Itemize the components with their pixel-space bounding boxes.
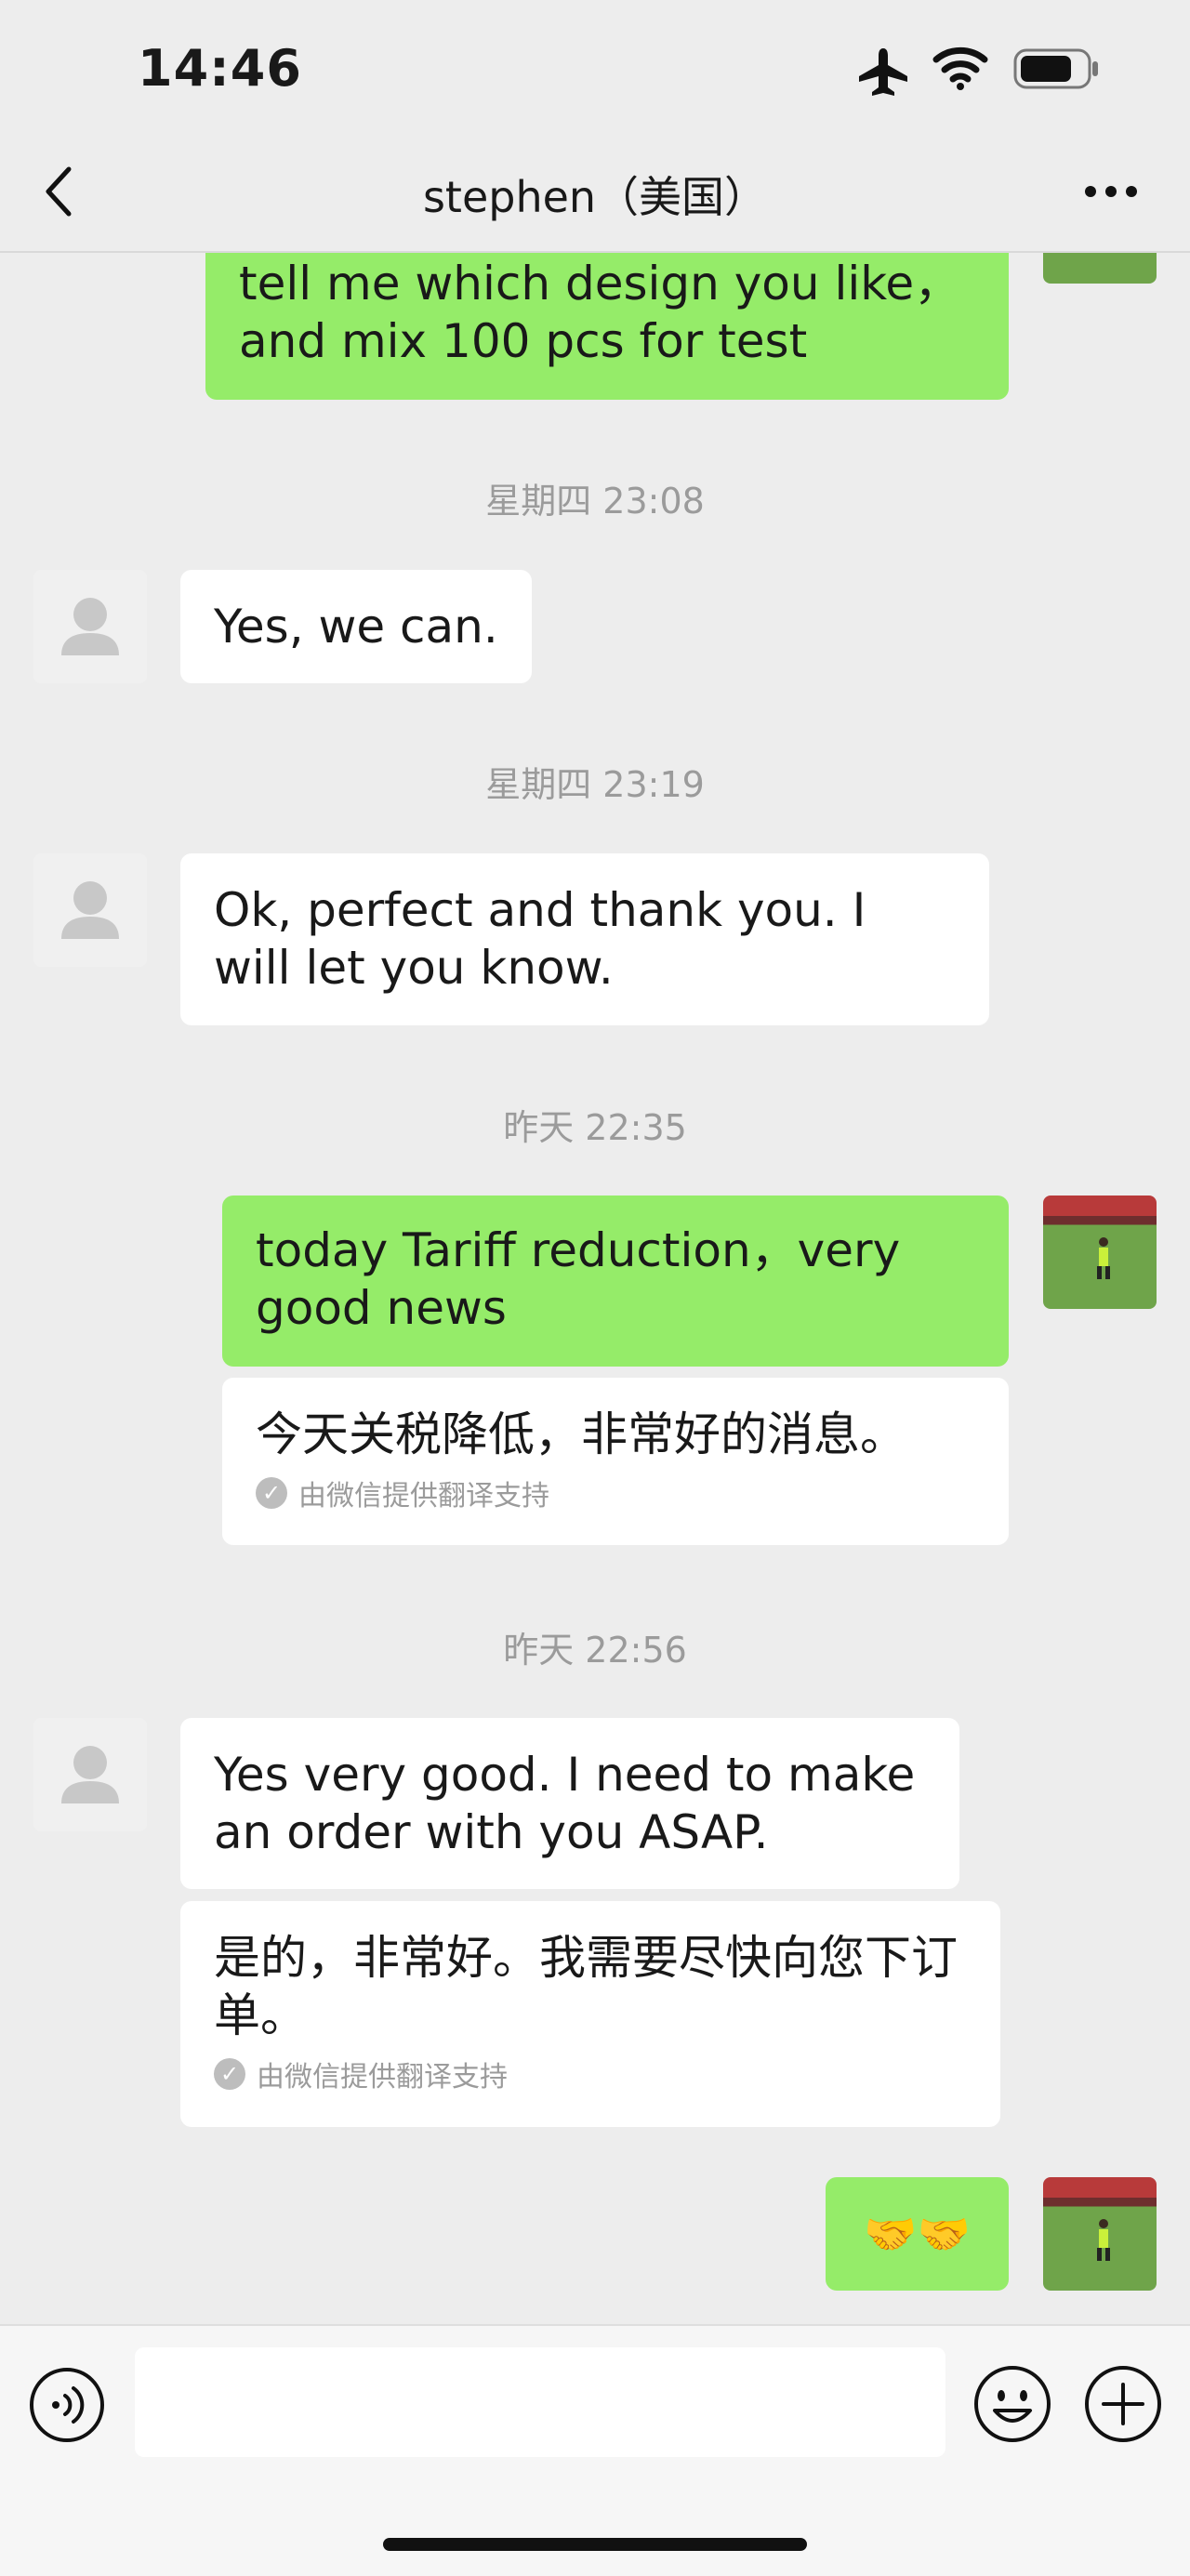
translation-text: 是的，非常好。我需要尽快向您下订单。 — [214, 1931, 958, 2042]
translation-credit-text: 由微信提供翻译支持 — [257, 2061, 508, 2094]
timestamp: 昨天 22:35 — [503, 1107, 687, 1148]
my-avatar[interactable] — [1043, 1196, 1157, 1309]
default-avatar-icon — [61, 1746, 119, 1803]
message-text: Ok, perfect and thank you. I will let yo… — [214, 883, 866, 995]
translation-text: 今天关税降低，非常好的消息。 — [256, 1407, 906, 1461]
contact-avatar[interactable] — [33, 1718, 147, 1831]
timestamp: 星期四 23:19 — [485, 764, 705, 805]
message-bubble-incoming[interactable]: Yes, we can. — [180, 570, 532, 683]
timestamp: 昨天 22:56 — [503, 1630, 687, 1671]
message-bubble-incoming[interactable]: Ok, perfect and thank you. I will let yo… — [180, 853, 989, 1025]
soccer-player-photo — [1097, 2219, 1110, 2261]
contact-avatar[interactable] — [33, 570, 147, 683]
home-indicator — [383, 2538, 807, 2551]
chat-title: stephen（美国） — [422, 172, 768, 222]
soccer-player-photo — [1097, 1237, 1110, 1279]
wifi-icon — [932, 46, 988, 90]
translation-credit: ✓ 由微信提供翻译支持 — [256, 1473, 975, 1513]
voice-icon[interactable] — [28, 2366, 106, 2444]
more-dots-icon[interactable] — [1083, 182, 1139, 201]
default-avatar-icon — [61, 881, 119, 939]
check-circle-icon: ✓ — [256, 1477, 287, 1509]
translation-bubble[interactable]: 今天关税降低，非常好的消息。 ✓ 由微信提供翻译支持 — [222, 1378, 1009, 1545]
message-bubble-outgoing[interactable]: 🤝🤝 — [826, 2177, 1009, 2291]
airplane-icon — [859, 48, 907, 96]
handshake-emoji: 🤝🤝 — [864, 2209, 971, 2259]
default-avatar-icon — [61, 598, 119, 655]
timestamp: 星期四 23:08 — [485, 481, 705, 522]
translation-credit-text: 由微信提供翻译支持 — [298, 1480, 549, 1513]
message-bubble-incoming[interactable]: Yes very good. I need to make an order w… — [180, 1718, 959, 1889]
plus-icon[interactable] — [1083, 2364, 1163, 2444]
check-circle-icon: ✓ — [214, 2058, 245, 2090]
message-text: Yes very good. I need to make an order w… — [214, 1748, 916, 1859]
message-text: Yes, we can. — [214, 600, 498, 654]
translation-credit: ✓ 由微信提供翻译支持 — [214, 2054, 967, 2094]
message-bubble-outgoing[interactable]: today Tariff reduction，very good news — [222, 1196, 1009, 1367]
message-text: today Tariff reduction，very good news — [256, 1223, 901, 1335]
translation-bubble[interactable]: 是的，非常好。我需要尽快向您下订单。 ✓ 由微信提供翻译支持 — [180, 1901, 1000, 2127]
my-avatar[interactable] — [1043, 2177, 1157, 2291]
status-time: 14:46 — [138, 39, 302, 98]
message-input[interactable] — [135, 2347, 945, 2457]
battery-icon — [1013, 48, 1098, 89]
message-text: tell me which design you like，and mix 10… — [239, 257, 961, 368]
emoji-icon[interactable] — [972, 2364, 1052, 2444]
contact-avatar[interactable] — [33, 853, 147, 967]
